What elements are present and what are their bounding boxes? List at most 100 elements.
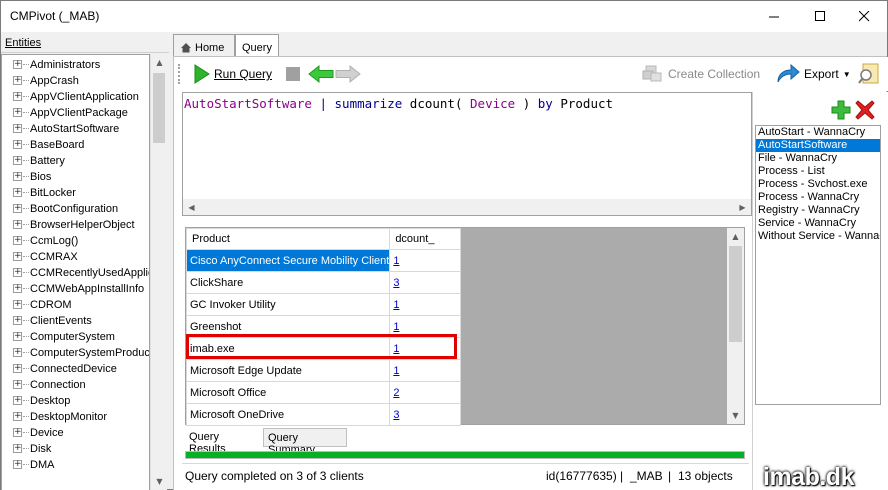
entity-item[interactable]: + CcmLog() xyxy=(2,233,149,249)
saved-query-item[interactable]: AutoStartSoftware xyxy=(756,139,880,152)
search-help-button[interactable] xyxy=(858,63,880,85)
expand-icon[interactable]: + xyxy=(13,300,22,309)
grid-scroll-down-icon[interactable]: ▼ xyxy=(727,407,744,424)
cell-dcount[interactable]: 1 xyxy=(389,337,462,360)
entity-item[interactable]: + DMA xyxy=(2,457,149,473)
expand-icon[interactable]: + xyxy=(13,140,22,149)
tab-home[interactable]: Home xyxy=(173,34,235,56)
entity-item[interactable]: + Connection xyxy=(2,377,149,393)
grid-scrollbar[interactable]: ▲ ▼ xyxy=(727,228,744,424)
cell-product[interactable]: Microsoft Office xyxy=(185,381,391,404)
expand-icon[interactable]: + xyxy=(13,236,22,245)
entity-item[interactable]: + BootConfiguration xyxy=(2,201,149,217)
table-row[interactable]: Cisco AnyConnect Secure Mobility Client 1 xyxy=(185,249,462,272)
scroll-right-icon[interactable]: ▶ xyxy=(734,199,751,215)
cell-product[interactable]: Microsoft OneDrive xyxy=(185,403,391,426)
maximize-button[interactable] xyxy=(797,1,843,32)
saved-query-item[interactable]: Process - Svchost.exe xyxy=(756,178,880,191)
saved-query-item[interactable]: File - WannaCry xyxy=(756,152,880,165)
tab-query-summary[interactable]: Query Summary xyxy=(263,428,347,456)
expand-icon[interactable]: + xyxy=(13,108,22,117)
grid-scroll-up-icon[interactable]: ▲ xyxy=(727,228,744,245)
entity-item[interactable]: + Device xyxy=(2,425,149,441)
expand-icon[interactable]: + xyxy=(13,364,22,373)
expand-icon[interactable]: + xyxy=(13,396,22,405)
cell-dcount[interactable]: 2 xyxy=(389,381,462,404)
cell-dcount[interactable]: 1 xyxy=(389,359,462,382)
expand-icon[interactable]: + xyxy=(13,348,22,357)
entity-item[interactable]: + Disk xyxy=(2,441,149,457)
table-row[interactable]: Microsoft Office 2 xyxy=(185,381,462,404)
scroll-left-icon[interactable]: ◀ xyxy=(183,199,200,215)
entity-item[interactable]: + ComputerSystemProduct xyxy=(2,345,149,361)
entity-item[interactable]: + AppVClientPackage xyxy=(2,105,149,121)
stop-button[interactable] xyxy=(286,63,300,85)
saved-query-item[interactable]: Registry - WannaCry xyxy=(756,204,880,217)
expand-icon[interactable]: + xyxy=(13,460,22,469)
saved-query-item[interactable]: Process - List xyxy=(756,165,880,178)
minimize-button[interactable] xyxy=(751,1,797,32)
grid-scroll-thumb[interactable] xyxy=(729,246,742,342)
entity-item[interactable]: + Administrators xyxy=(2,57,149,73)
entity-item[interactable]: + Bios xyxy=(2,169,149,185)
entity-item[interactable]: + CCMWebAppInstallInfo xyxy=(2,281,149,297)
cell-product[interactable]: Microsoft Edge Update xyxy=(185,359,391,382)
expand-icon[interactable]: + xyxy=(13,156,22,165)
cell-product[interactable]: ClickShare xyxy=(185,271,391,294)
entities-scrollbar[interactable]: ▲ ▼ xyxy=(150,54,167,490)
cell-dcount[interactable]: 3 xyxy=(389,271,462,294)
entity-item[interactable]: + ClientEvents xyxy=(2,313,149,329)
expand-icon[interactable]: + xyxy=(13,316,22,325)
delete-query-button[interactable] xyxy=(855,100,875,123)
saved-query-item[interactable]: Process - WannaCry xyxy=(756,191,880,204)
entity-item[interactable]: + BitLocker xyxy=(2,185,149,201)
query-editor[interactable]: AutoStartSoftware | summarize dcount( De… xyxy=(182,92,752,216)
scroll-thumb[interactable] xyxy=(153,73,165,143)
forward-button[interactable] xyxy=(335,63,361,85)
expand-icon[interactable]: + xyxy=(13,252,22,261)
entity-item[interactable]: + AutoStartSoftware xyxy=(2,121,149,137)
cell-dcount[interactable]: 1 xyxy=(389,249,462,272)
expand-icon[interactable]: + xyxy=(13,428,22,437)
entity-item[interactable]: + DesktopMonitor xyxy=(2,409,149,425)
expand-icon[interactable]: + xyxy=(13,172,22,181)
results-grid[interactable]: Product dcount_ Cisco AnyConnect Secure … xyxy=(185,227,745,426)
expand-icon[interactable]: + xyxy=(13,412,22,421)
expand-icon[interactable]: + xyxy=(13,92,22,101)
entities-tree[interactable]: + Administrators + AppCrash + AppVClientAppli… xyxy=(1,54,150,490)
expand-icon[interactable]: + xyxy=(13,220,22,229)
cell-product[interactable]: Cisco AnyConnect Secure Mobility Client xyxy=(185,249,391,272)
entity-item[interactable]: + CDROM xyxy=(2,297,149,313)
saved-queries-list[interactable]: AutoStart - WannaCry AutoStartSoftware Fil… xyxy=(755,125,881,405)
scroll-up-icon[interactable]: ▲ xyxy=(151,54,168,71)
entity-item[interactable]: + ConnectedDevice xyxy=(2,361,149,377)
entity-item[interactable]: + ComputerSystem xyxy=(2,329,149,345)
table-row[interactable]: Greenshot 1 xyxy=(185,315,462,338)
dcount-link[interactable]: 1 xyxy=(393,255,399,267)
expand-icon[interactable]: + xyxy=(13,284,22,293)
export-button[interactable]: Export ▼ xyxy=(776,63,851,85)
entity-item[interactable]: + CCMRecentlyUsedApplic xyxy=(2,265,149,281)
create-collection-button[interactable]: Create Collection xyxy=(642,63,760,85)
expand-icon[interactable]: + xyxy=(13,188,22,197)
table-row[interactable]: Microsoft Edge Update 1 xyxy=(185,359,462,382)
saved-query-item[interactable]: Service - WannaCry xyxy=(756,217,880,230)
entity-item[interactable]: + BaseBoard xyxy=(2,137,149,153)
expand-icon[interactable]: + xyxy=(13,204,22,213)
cell-dcount[interactable]: 1 xyxy=(389,293,462,316)
saved-query-item[interactable]: Without Service - WannaC xyxy=(756,230,880,243)
entity-item[interactable]: + AppCrash xyxy=(2,73,149,89)
expand-icon[interactable]: + xyxy=(13,380,22,389)
table-row[interactable]: imab.exe 1 xyxy=(185,337,462,360)
saved-query-item[interactable]: AutoStart - WannaCry xyxy=(756,126,880,139)
tab-query-results[interactable]: Query Results xyxy=(185,428,261,455)
cell-product[interactable]: Greenshot xyxy=(185,315,391,338)
expand-icon[interactable]: + xyxy=(13,60,22,69)
expand-icon[interactable]: + xyxy=(13,444,22,453)
entity-item[interactable]: + Battery xyxy=(2,153,149,169)
dcount-link[interactable]: 3 xyxy=(393,409,399,421)
dcount-link[interactable]: 1 xyxy=(393,299,399,311)
dcount-link[interactable]: 1 xyxy=(393,321,399,333)
entity-item[interactable]: + AppVClientApplication xyxy=(2,89,149,105)
dcount-link[interactable]: 1 xyxy=(393,365,399,377)
